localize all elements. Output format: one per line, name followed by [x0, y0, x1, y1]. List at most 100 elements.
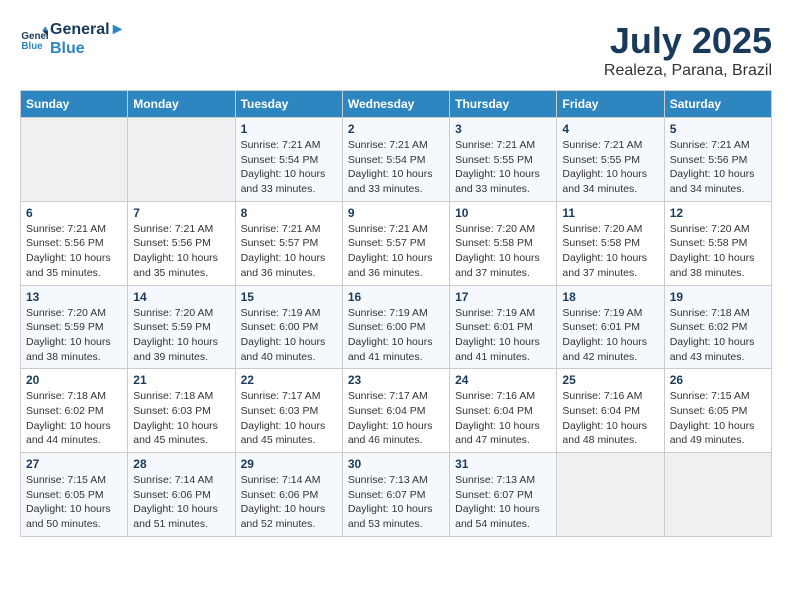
day-cell: 12 Sunrise: 7:20 AMSunset: 5:58 PMDayligh…	[664, 201, 771, 285]
day-number: 1	[241, 122, 337, 136]
day-number: 19	[670, 290, 766, 304]
day-cell: 7 Sunrise: 7:21 AMSunset: 5:56 PMDaylight…	[128, 201, 235, 285]
day-number: 28	[133, 457, 229, 471]
day-cell: 11 Sunrise: 7:20 AMSunset: 5:58 PMDayligh…	[557, 201, 664, 285]
day-number: 17	[455, 290, 551, 304]
day-cell: 2 Sunrise: 7:21 AMSunset: 5:54 PMDaylight…	[342, 118, 449, 202]
day-cell: 17 Sunrise: 7:19 AMSunset: 6:01 PMDayligh…	[450, 285, 557, 369]
day-detail: Sunrise: 7:19 AMSunset: 6:01 PMDaylight:…	[455, 307, 540, 363]
day-detail: Sunrise: 7:20 AMSunset: 5:59 PMDaylight:…	[26, 307, 111, 363]
day-cell: 20 Sunrise: 7:18 AMSunset: 6:02 PMDayligh…	[21, 369, 128, 453]
day-detail: Sunrise: 7:19 AMSunset: 6:00 PMDaylight:…	[241, 307, 326, 363]
day-number: 23	[348, 373, 444, 387]
week-row-5: 27Sunrise: 7:15 AMSunset: 6:05 PMDayligh…	[21, 453, 772, 537]
day-cell: 21Sunrise: 7:18 AMSunset: 6:03 PMDayligh…	[128, 369, 235, 453]
day-detail: Sunrise: 7:21 AMSunset: 5:56 PMDaylight:…	[133, 223, 218, 279]
day-number: 10	[455, 206, 551, 220]
day-number: 14	[133, 290, 229, 304]
day-cell	[21, 118, 128, 202]
day-cell: 25 Sunrise: 7:16 AMSunset: 6:04 PMDayligh…	[557, 369, 664, 453]
svg-text:Blue: Blue	[21, 41, 43, 52]
day-detail: Sunrise: 7:15 AMSunset: 6:05 PMDaylight:…	[670, 390, 755, 446]
day-number: 13	[26, 290, 122, 304]
col-header-thursday: Thursday	[450, 91, 557, 118]
day-detail: Sunrise: 7:21 AMSunset: 5:55 PMDaylight:…	[455, 139, 540, 195]
day-number: 5	[670, 122, 766, 136]
day-detail: Sunrise: 7:21 AMSunset: 5:55 PMDaylight:…	[562, 139, 647, 195]
col-header-monday: Monday	[128, 91, 235, 118]
day-number: 16	[348, 290, 444, 304]
month-title: July 2025	[604, 20, 772, 62]
col-header-tuesday: Tuesday	[235, 91, 342, 118]
day-detail: Sunrise: 7:19 AMSunset: 6:01 PMDaylight:…	[562, 307, 647, 363]
header-row: SundayMondayTuesdayWednesdayThursdayFrid…	[21, 91, 772, 118]
day-cell: 15 Sunrise: 7:19 AMSunset: 6:00 PMDayligh…	[235, 285, 342, 369]
week-row-3: 13 Sunrise: 7:20 AMSunset: 5:59 PMDayligh…	[21, 285, 772, 369]
day-detail: Sunrise: 7:18 AMSunset: 6:03 PMDaylight:…	[133, 390, 218, 446]
day-number: 15	[241, 290, 337, 304]
day-cell	[664, 453, 771, 537]
day-cell: 13 Sunrise: 7:20 AMSunset: 5:59 PMDayligh…	[21, 285, 128, 369]
logo-general: General►	[50, 20, 125, 39]
day-number: 7	[133, 206, 229, 220]
day-cell: 24 Sunrise: 7:16 AMSunset: 6:04 PMDayligh…	[450, 369, 557, 453]
day-detail: Sunrise: 7:17 AMSunset: 6:04 PMDaylight:…	[348, 390, 433, 446]
day-cell: 19 Sunrise: 7:18 AMSunset: 6:02 PMDayligh…	[664, 285, 771, 369]
day-cell	[128, 118, 235, 202]
day-detail: Sunrise: 7:20 AMSunset: 5:58 PMDaylight:…	[455, 223, 540, 279]
day-detail: Sunrise: 7:16 AMSunset: 6:04 PMDaylight:…	[455, 390, 540, 446]
day-number: 27	[26, 457, 122, 471]
day-cell: 18Sunrise: 7:19 AMSunset: 6:01 PMDayligh…	[557, 285, 664, 369]
day-detail: Sunrise: 7:13 AMSunset: 6:07 PMDaylight:…	[455, 474, 540, 530]
day-number: 2	[348, 122, 444, 136]
day-detail: Sunrise: 7:20 AMSunset: 5:59 PMDaylight:…	[133, 307, 218, 363]
day-detail: Sunrise: 7:20 AMSunset: 5:58 PMDaylight:…	[562, 223, 647, 279]
day-number: 22	[241, 373, 337, 387]
col-header-friday: Friday	[557, 91, 664, 118]
day-detail: Sunrise: 7:18 AMSunset: 6:02 PMDaylight:…	[670, 307, 755, 363]
page-header: General Blue General► Blue July 2025 Rea…	[20, 20, 772, 80]
day-cell: 22 Sunrise: 7:17 AMSunset: 6:03 PMDayligh…	[235, 369, 342, 453]
day-cell: 10 Sunrise: 7:20 AMSunset: 5:58 PMDayligh…	[450, 201, 557, 285]
day-detail: Sunrise: 7:21 AMSunset: 5:54 PMDaylight:…	[348, 139, 433, 195]
day-number: 11	[562, 206, 658, 220]
day-cell: 14 Sunrise: 7:20 AMSunset: 5:59 PMDayligh…	[128, 285, 235, 369]
col-header-wednesday: Wednesday	[342, 91, 449, 118]
day-detail: Sunrise: 7:21 AMSunset: 5:54 PMDaylight:…	[241, 139, 326, 195]
day-cell: 1 Sunrise: 7:21 AMSunset: 5:54 PMDaylight…	[235, 118, 342, 202]
day-number: 20	[26, 373, 122, 387]
day-detail: Sunrise: 7:16 AMSunset: 6:04 PMDaylight:…	[562, 390, 647, 446]
day-number: 25	[562, 373, 658, 387]
day-number: 31	[455, 457, 551, 471]
day-detail: Sunrise: 7:21 AMSunset: 5:56 PMDaylight:…	[670, 139, 755, 195]
day-cell: 26 Sunrise: 7:15 AMSunset: 6:05 PMDayligh…	[664, 369, 771, 453]
day-cell: 31 Sunrise: 7:13 AMSunset: 6:07 PMDayligh…	[450, 453, 557, 537]
logo-icon: General Blue	[20, 25, 48, 53]
day-cell: 9Sunrise: 7:21 AMSunset: 5:57 PMDaylight…	[342, 201, 449, 285]
day-cell: 4 Sunrise: 7:21 AMSunset: 5:55 PMDaylight…	[557, 118, 664, 202]
day-detail: Sunrise: 7:14 AMSunset: 6:06 PMDaylight:…	[241, 474, 326, 530]
day-cell: 23 Sunrise: 7:17 AMSunset: 6:04 PMDayligh…	[342, 369, 449, 453]
day-number: 30	[348, 457, 444, 471]
day-number: 4	[562, 122, 658, 136]
day-number: 26	[670, 373, 766, 387]
location: Realeza, Parana, Brazil	[604, 62, 772, 80]
day-detail: Sunrise: 7:19 AMSunset: 6:00 PMDaylight:…	[348, 307, 433, 363]
logo: General Blue General► Blue	[20, 20, 125, 58]
day-number: 29	[241, 457, 337, 471]
day-detail: Sunrise: 7:20 AMSunset: 5:58 PMDaylight:…	[670, 223, 755, 279]
day-detail: Sunrise: 7:17 AMSunset: 6:03 PMDaylight:…	[241, 390, 326, 446]
day-cell	[557, 453, 664, 537]
week-row-1: 1 Sunrise: 7:21 AMSunset: 5:54 PMDaylight…	[21, 118, 772, 202]
col-header-sunday: Sunday	[21, 91, 128, 118]
day-detail: Sunrise: 7:18 AMSunset: 6:02 PMDaylight:…	[26, 390, 111, 446]
day-detail: Sunrise: 7:21 AMSunset: 5:57 PMDaylight:…	[348, 223, 433, 279]
day-number: 24	[455, 373, 551, 387]
day-cell: 3Sunrise: 7:21 AMSunset: 5:55 PMDaylight…	[450, 118, 557, 202]
week-row-2: 6Sunrise: 7:21 AMSunset: 5:56 PMDaylight…	[21, 201, 772, 285]
day-number: 12	[670, 206, 766, 220]
day-number: 8	[241, 206, 337, 220]
logo-blue: Blue	[50, 39, 125, 58]
day-cell: 6Sunrise: 7:21 AMSunset: 5:56 PMDaylight…	[21, 201, 128, 285]
day-cell: 27Sunrise: 7:15 AMSunset: 6:05 PMDayligh…	[21, 453, 128, 537]
